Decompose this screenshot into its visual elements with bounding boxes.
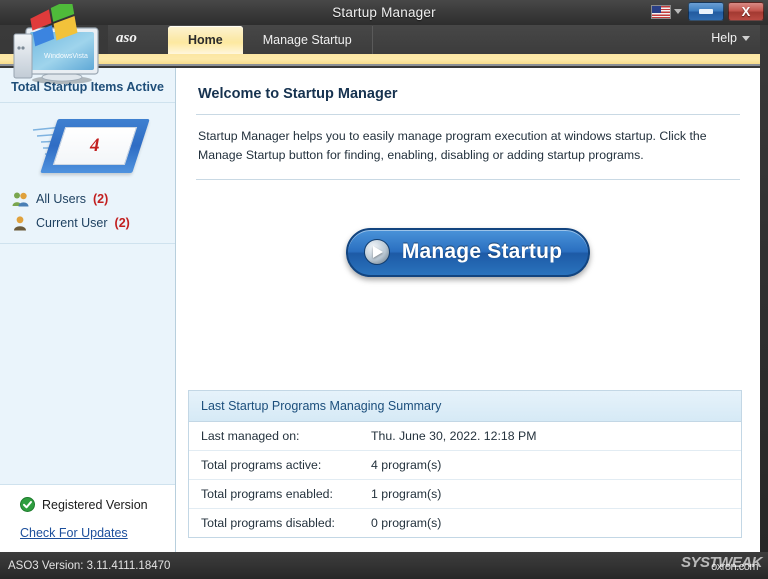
all-users-count: (2) (93, 192, 108, 206)
svg-text:WindowsVista: WindowsVista (44, 53, 88, 60)
count-frame: 4 (40, 119, 150, 173)
divider-bottom (196, 179, 740, 180)
table-row: Total programs enabled: 1 program(s) (189, 480, 741, 509)
table-row: Total programs disabled: 0 program(s) (189, 509, 741, 537)
language-selector[interactable] (649, 4, 684, 20)
close-icon: X (742, 5, 751, 18)
tab-home[interactable]: Home (168, 26, 243, 54)
intro-text: Startup Manager helps you to easily mana… (194, 127, 742, 165)
divider-top (196, 114, 740, 115)
title-bar: Startup Manager X (0, 0, 768, 25)
summary-key: Total programs disabled: (201, 516, 371, 530)
page-title: Welcome to Startup Manager (194, 86, 742, 102)
table-row: Total programs active: 4 program(s) (189, 451, 741, 480)
app-logo-icon: WindowsVista (2, 4, 106, 86)
window-title: Startup Manager (332, 5, 436, 20)
version-label: ASO3 Version: 3.11.4111.18470 (0, 560, 170, 572)
current-user-label: Current User (36, 216, 108, 230)
content-area: Total Startup Items Active (0, 68, 760, 552)
summary-key: Total programs enabled: (201, 487, 371, 501)
current-user-count: (2) (115, 216, 130, 230)
sidebar-item-all-users[interactable]: All Users (2) (12, 187, 175, 211)
summary-key: Total programs active: (201, 458, 371, 472)
active-count-graphic: 4 (0, 103, 175, 185)
help-menu[interactable]: Help (711, 31, 750, 45)
manage-button-wrap: Manage Startup (194, 228, 742, 277)
watermark-sub: oxron.com (711, 561, 758, 573)
close-button[interactable]: X (728, 2, 764, 21)
registered-label: Registered Version (42, 498, 148, 512)
sidebar: Total Startup Items Active (0, 68, 176, 552)
tab-manage-startup[interactable]: Manage Startup (243, 26, 373, 54)
manage-startup-label: Manage Startup (402, 240, 562, 264)
window-controls: X (649, 2, 764, 21)
count-inner: 4 (52, 127, 136, 165)
summary-value: 0 program(s) (371, 516, 729, 530)
help-label: Help (711, 31, 737, 45)
green-check-icon (20, 497, 35, 512)
all-users-icon (12, 191, 29, 207)
check-updates-link[interactable]: Check For Updates (0, 526, 175, 540)
watermark: SYSTWEAK oxron.com (681, 554, 762, 571)
summary-title: Last Startup Programs Managing Summary (189, 391, 741, 422)
sidebar-footer: Registered Version Check For Updates (0, 484, 175, 552)
summary-key: Last managed on: (201, 429, 371, 443)
app-window: Startup Manager X (0, 0, 768, 579)
brand-label: aso (116, 30, 137, 47)
play-circle-icon (364, 239, 390, 265)
chevron-down-icon (674, 9, 682, 14)
tab-list: Home Manage Startup (168, 26, 373, 54)
registered-status: Registered Version (0, 495, 175, 526)
chevron-down-icon (742, 36, 750, 41)
sidebar-stats: All Users (2) Current User (2) (0, 185, 175, 243)
manage-startup-button[interactable]: Manage Startup (346, 228, 590, 277)
summary-value: Thu. June 30, 2022. 12:18 PM (371, 429, 729, 443)
status-bar: ASO3 Version: 3.11.4111.18470 SYSTWEAK o… (0, 552, 768, 579)
summary-panel: Last Startup Programs Managing Summary L… (188, 390, 742, 538)
sidebar-spacer (0, 243, 175, 484)
all-users-label: All Users (36, 192, 86, 206)
us-flag-icon (651, 5, 671, 19)
main-panel: Welcome to Startup Manager Startup Manag… (176, 68, 760, 552)
active-items-count: 4 (90, 135, 100, 157)
summary-value: 1 program(s) (371, 487, 729, 501)
minimize-icon (699, 9, 713, 14)
tab-strip: aso Home Manage Startup Help (108, 25, 760, 54)
minimize-button[interactable] (688, 2, 724, 21)
accent-band (0, 54, 760, 66)
sidebar-item-current-user[interactable]: Current User (2) (12, 211, 175, 235)
current-user-icon (12, 215, 29, 231)
summary-value: 4 program(s) (371, 458, 729, 472)
table-row: Last managed on: Thu. June 30, 2022. 12:… (189, 422, 741, 451)
